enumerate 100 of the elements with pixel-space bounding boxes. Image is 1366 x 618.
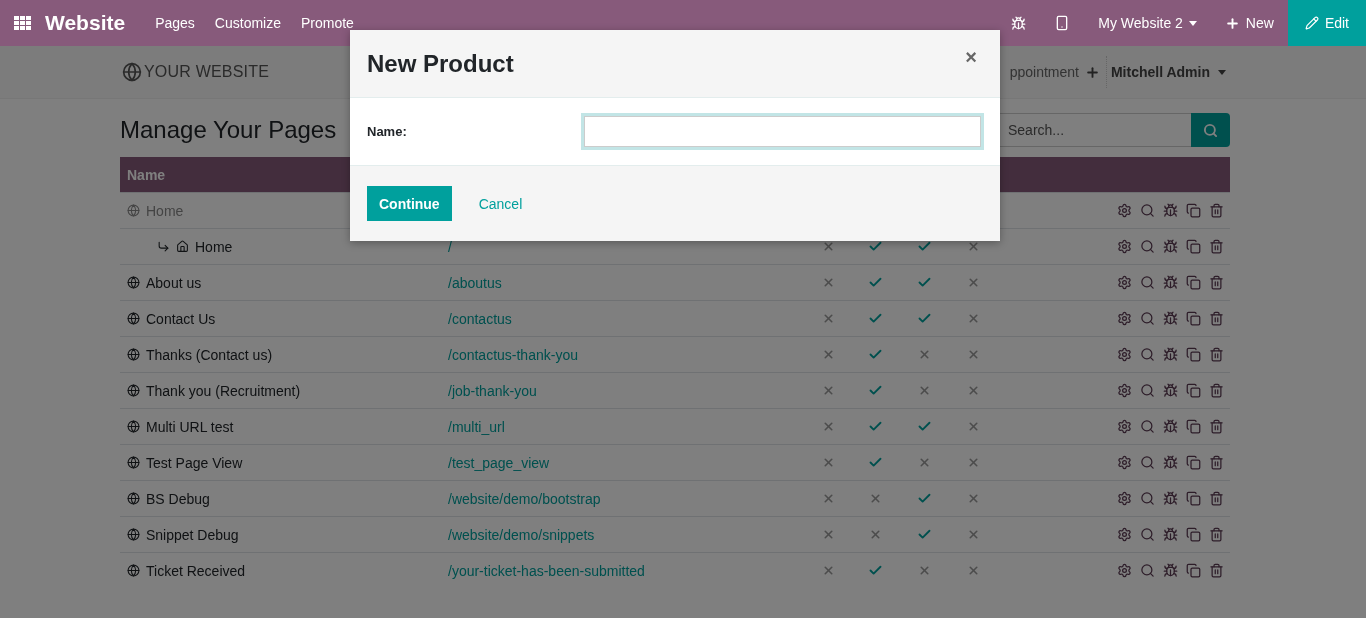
- copy-icon[interactable]: [1186, 563, 1201, 578]
- globe-icon: [127, 204, 140, 217]
- search-icon[interactable]: [1140, 419, 1155, 434]
- bug-icon[interactable]: [1163, 563, 1178, 578]
- globe-icon: [127, 312, 140, 325]
- bug-icon[interactable]: [1163, 491, 1178, 506]
- search-icon[interactable]: [1140, 275, 1155, 290]
- search-icon[interactable]: [1140, 491, 1155, 506]
- globe-icon: [127, 348, 140, 361]
- search-icon[interactable]: [1140, 383, 1155, 398]
- page-url[interactable]: /: [440, 238, 805, 255]
- nav-menu-item[interactable]: Pages: [155, 15, 195, 31]
- page-name: Snippet Debug: [120, 526, 440, 543]
- page-name: Multi URL test: [120, 418, 440, 435]
- website-selector[interactable]: My Website 2: [1084, 0, 1211, 46]
- trash-icon[interactable]: [1209, 275, 1224, 290]
- settings-icon[interactable]: [1117, 527, 1132, 542]
- globe-icon: [127, 528, 140, 541]
- copy-icon[interactable]: [1186, 203, 1201, 218]
- settings-icon[interactable]: [1117, 419, 1132, 434]
- copy-icon[interactable]: [1186, 527, 1201, 542]
- trash-icon[interactable]: [1209, 527, 1224, 542]
- trash-icon[interactable]: [1209, 383, 1224, 398]
- new-button[interactable]: New: [1210, 0, 1288, 46]
- trash-icon[interactable]: [1209, 311, 1224, 326]
- globe-icon: [127, 492, 140, 505]
- dialog-title: New Product: [367, 49, 514, 78]
- settings-icon[interactable]: [1117, 563, 1132, 578]
- nav-menu-item[interactable]: Customize: [214, 15, 281, 31]
- copy-icon[interactable]: [1186, 311, 1201, 326]
- cancel-button[interactable]: Cancel: [472, 194, 529, 213]
- bug-icon[interactable]: [1163, 419, 1178, 434]
- globe-icon: [122, 62, 142, 82]
- page-name: Thanks (Contact us): [120, 346, 440, 363]
- trash-icon[interactable]: [1209, 203, 1224, 218]
- settings-icon[interactable]: [1117, 455, 1132, 470]
- page-url[interactable]: /aboutus: [440, 274, 805, 291]
- search-icon[interactable]: [1140, 347, 1155, 362]
- copy-icon[interactable]: [1186, 383, 1201, 398]
- page-url[interactable]: /test_page_view: [440, 454, 805, 471]
- search-icon[interactable]: [1140, 203, 1155, 218]
- close-button[interactable]: ×: [959, 45, 983, 70]
- search-icon[interactable]: [1140, 311, 1155, 326]
- trash-icon[interactable]: [1209, 419, 1224, 434]
- bug-icon[interactable]: [1163, 383, 1178, 398]
- copy-icon[interactable]: [1186, 455, 1201, 470]
- bug-icon[interactable]: [1163, 311, 1178, 326]
- site-logo[interactable]: YOUR WEBSITE: [122, 62, 270, 82]
- page-name: BS Debug: [120, 490, 440, 507]
- search-icon[interactable]: [1140, 563, 1155, 578]
- page-name: Home: [120, 238, 440, 255]
- apps-button[interactable]: [14, 15, 31, 31]
- plus-icon: [1224, 15, 1240, 31]
- nav-menu-item[interactable]: Promote: [301, 15, 354, 31]
- settings-icon[interactable]: [1117, 275, 1132, 290]
- trash-icon[interactable]: [1209, 563, 1224, 578]
- search-icon[interactable]: [1140, 527, 1155, 542]
- bug-icon[interactable]: [1163, 455, 1178, 470]
- home-icon: [176, 240, 189, 253]
- settings-icon[interactable]: [1117, 239, 1132, 254]
- copy-icon[interactable]: [1186, 347, 1201, 362]
- copy-icon[interactable]: [1186, 491, 1201, 506]
- site-menu-item[interactable]: ppointment: [1009, 64, 1079, 80]
- page-url[interactable]: /your-ticket-has-been-submitted: [440, 562, 805, 579]
- settings-icon[interactable]: [1117, 203, 1132, 218]
- search-icon[interactable]: [1140, 239, 1155, 254]
- trash-icon[interactable]: [1209, 491, 1224, 506]
- search-icon[interactable]: [1140, 455, 1155, 470]
- bug-icon[interactable]: [1163, 239, 1178, 254]
- bug-icon[interactable]: [1163, 347, 1178, 362]
- bug-icon[interactable]: [1163, 203, 1178, 218]
- page-url[interactable]: /job-thank-you: [440, 382, 805, 399]
- trash-icon[interactable]: [1209, 347, 1224, 362]
- globe-icon: [127, 384, 140, 397]
- settings-icon[interactable]: [1117, 347, 1132, 362]
- copy-icon[interactable]: [1186, 275, 1201, 290]
- trash-icon[interactable]: [1209, 239, 1224, 254]
- page-url[interactable]: /contactus-thank-you: [440, 346, 805, 363]
- edit-button[interactable]: Edit: [1287, 0, 1366, 46]
- trash-icon[interactable]: [1209, 455, 1224, 470]
- search-button[interactable]: [1191, 113, 1230, 147]
- settings-icon[interactable]: [1117, 383, 1132, 398]
- page-name: Thank you (Recruitment): [120, 382, 440, 399]
- bug-icon[interactable]: [1163, 527, 1178, 542]
- page-url[interactable]: /contactus: [440, 310, 805, 327]
- page-url[interactable]: /website/demo/bootstrap: [440, 490, 805, 507]
- user-menu[interactable]: Mitchell Admin: [1105, 56, 1230, 88]
- copy-icon[interactable]: [1186, 239, 1201, 254]
- settings-icon[interactable]: [1117, 311, 1132, 326]
- name-input-field[interactable]: [581, 113, 984, 150]
- continue-button[interactable]: Continue: [367, 186, 452, 221]
- bug-icon[interactable]: [1163, 275, 1178, 290]
- settings-icon[interactable]: [1117, 491, 1132, 506]
- page-name: About us: [120, 274, 440, 291]
- page-url[interactable]: /multi_url: [440, 418, 805, 435]
- pencil-icon: [1304, 16, 1319, 30]
- page-url[interactable]: /website/demo/snippets: [440, 526, 805, 543]
- page-name: Test Page View: [120, 454, 440, 471]
- copy-icon[interactable]: [1186, 419, 1201, 434]
- bug-icon[interactable]: [1011, 15, 1027, 31]
